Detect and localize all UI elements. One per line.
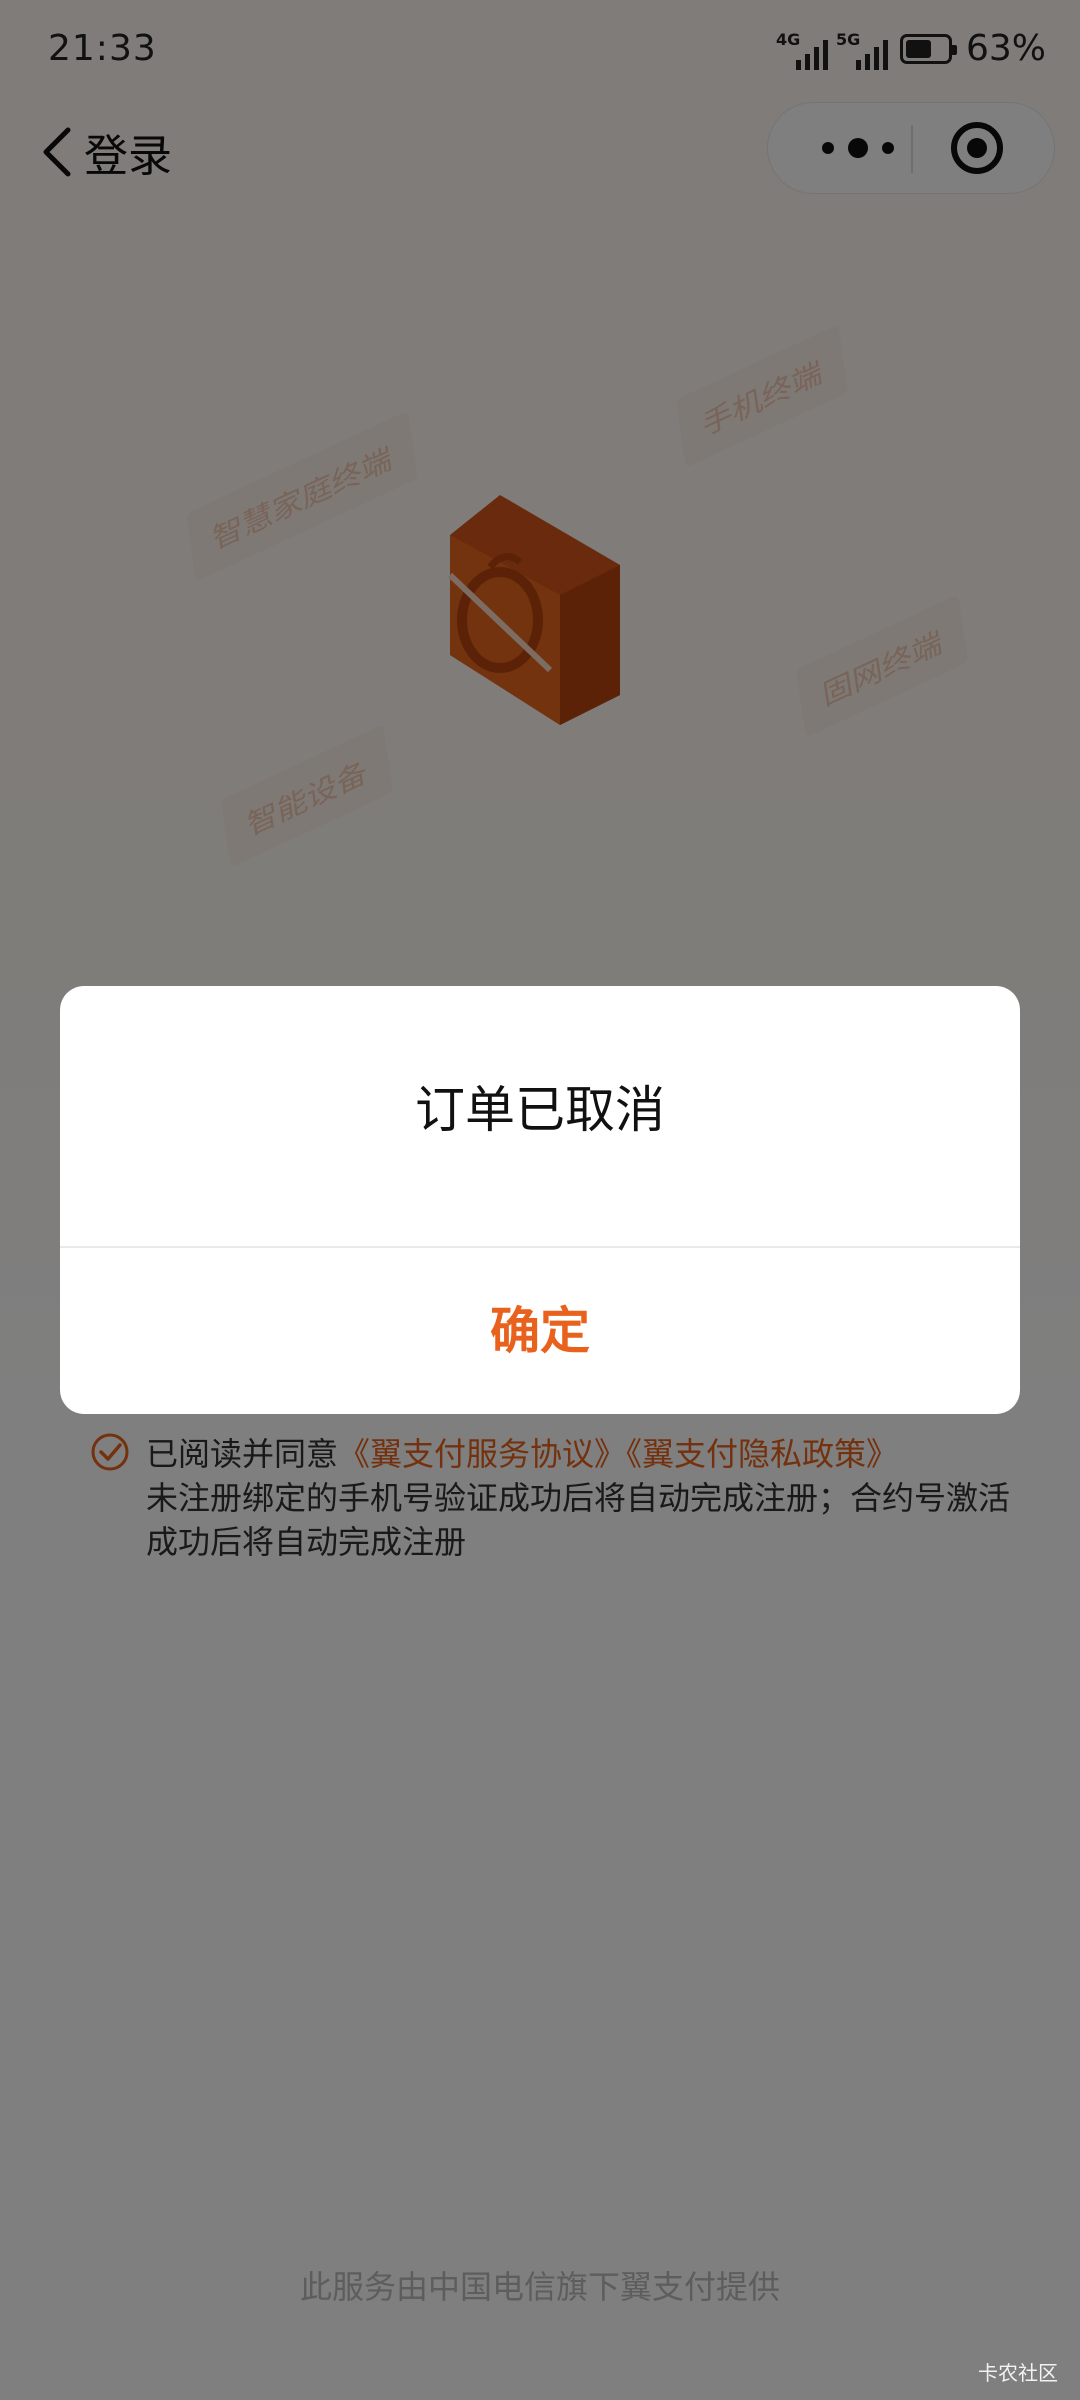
alert-dialog: 订单已取消 确定 <box>60 986 1020 1414</box>
dialog-message: 订单已取消 <box>415 1081 665 1139</box>
watermark: 卡农社区 <box>978 2361 1058 2385</box>
confirm-button[interactable]: 确定 <box>60 1248 1020 1414</box>
